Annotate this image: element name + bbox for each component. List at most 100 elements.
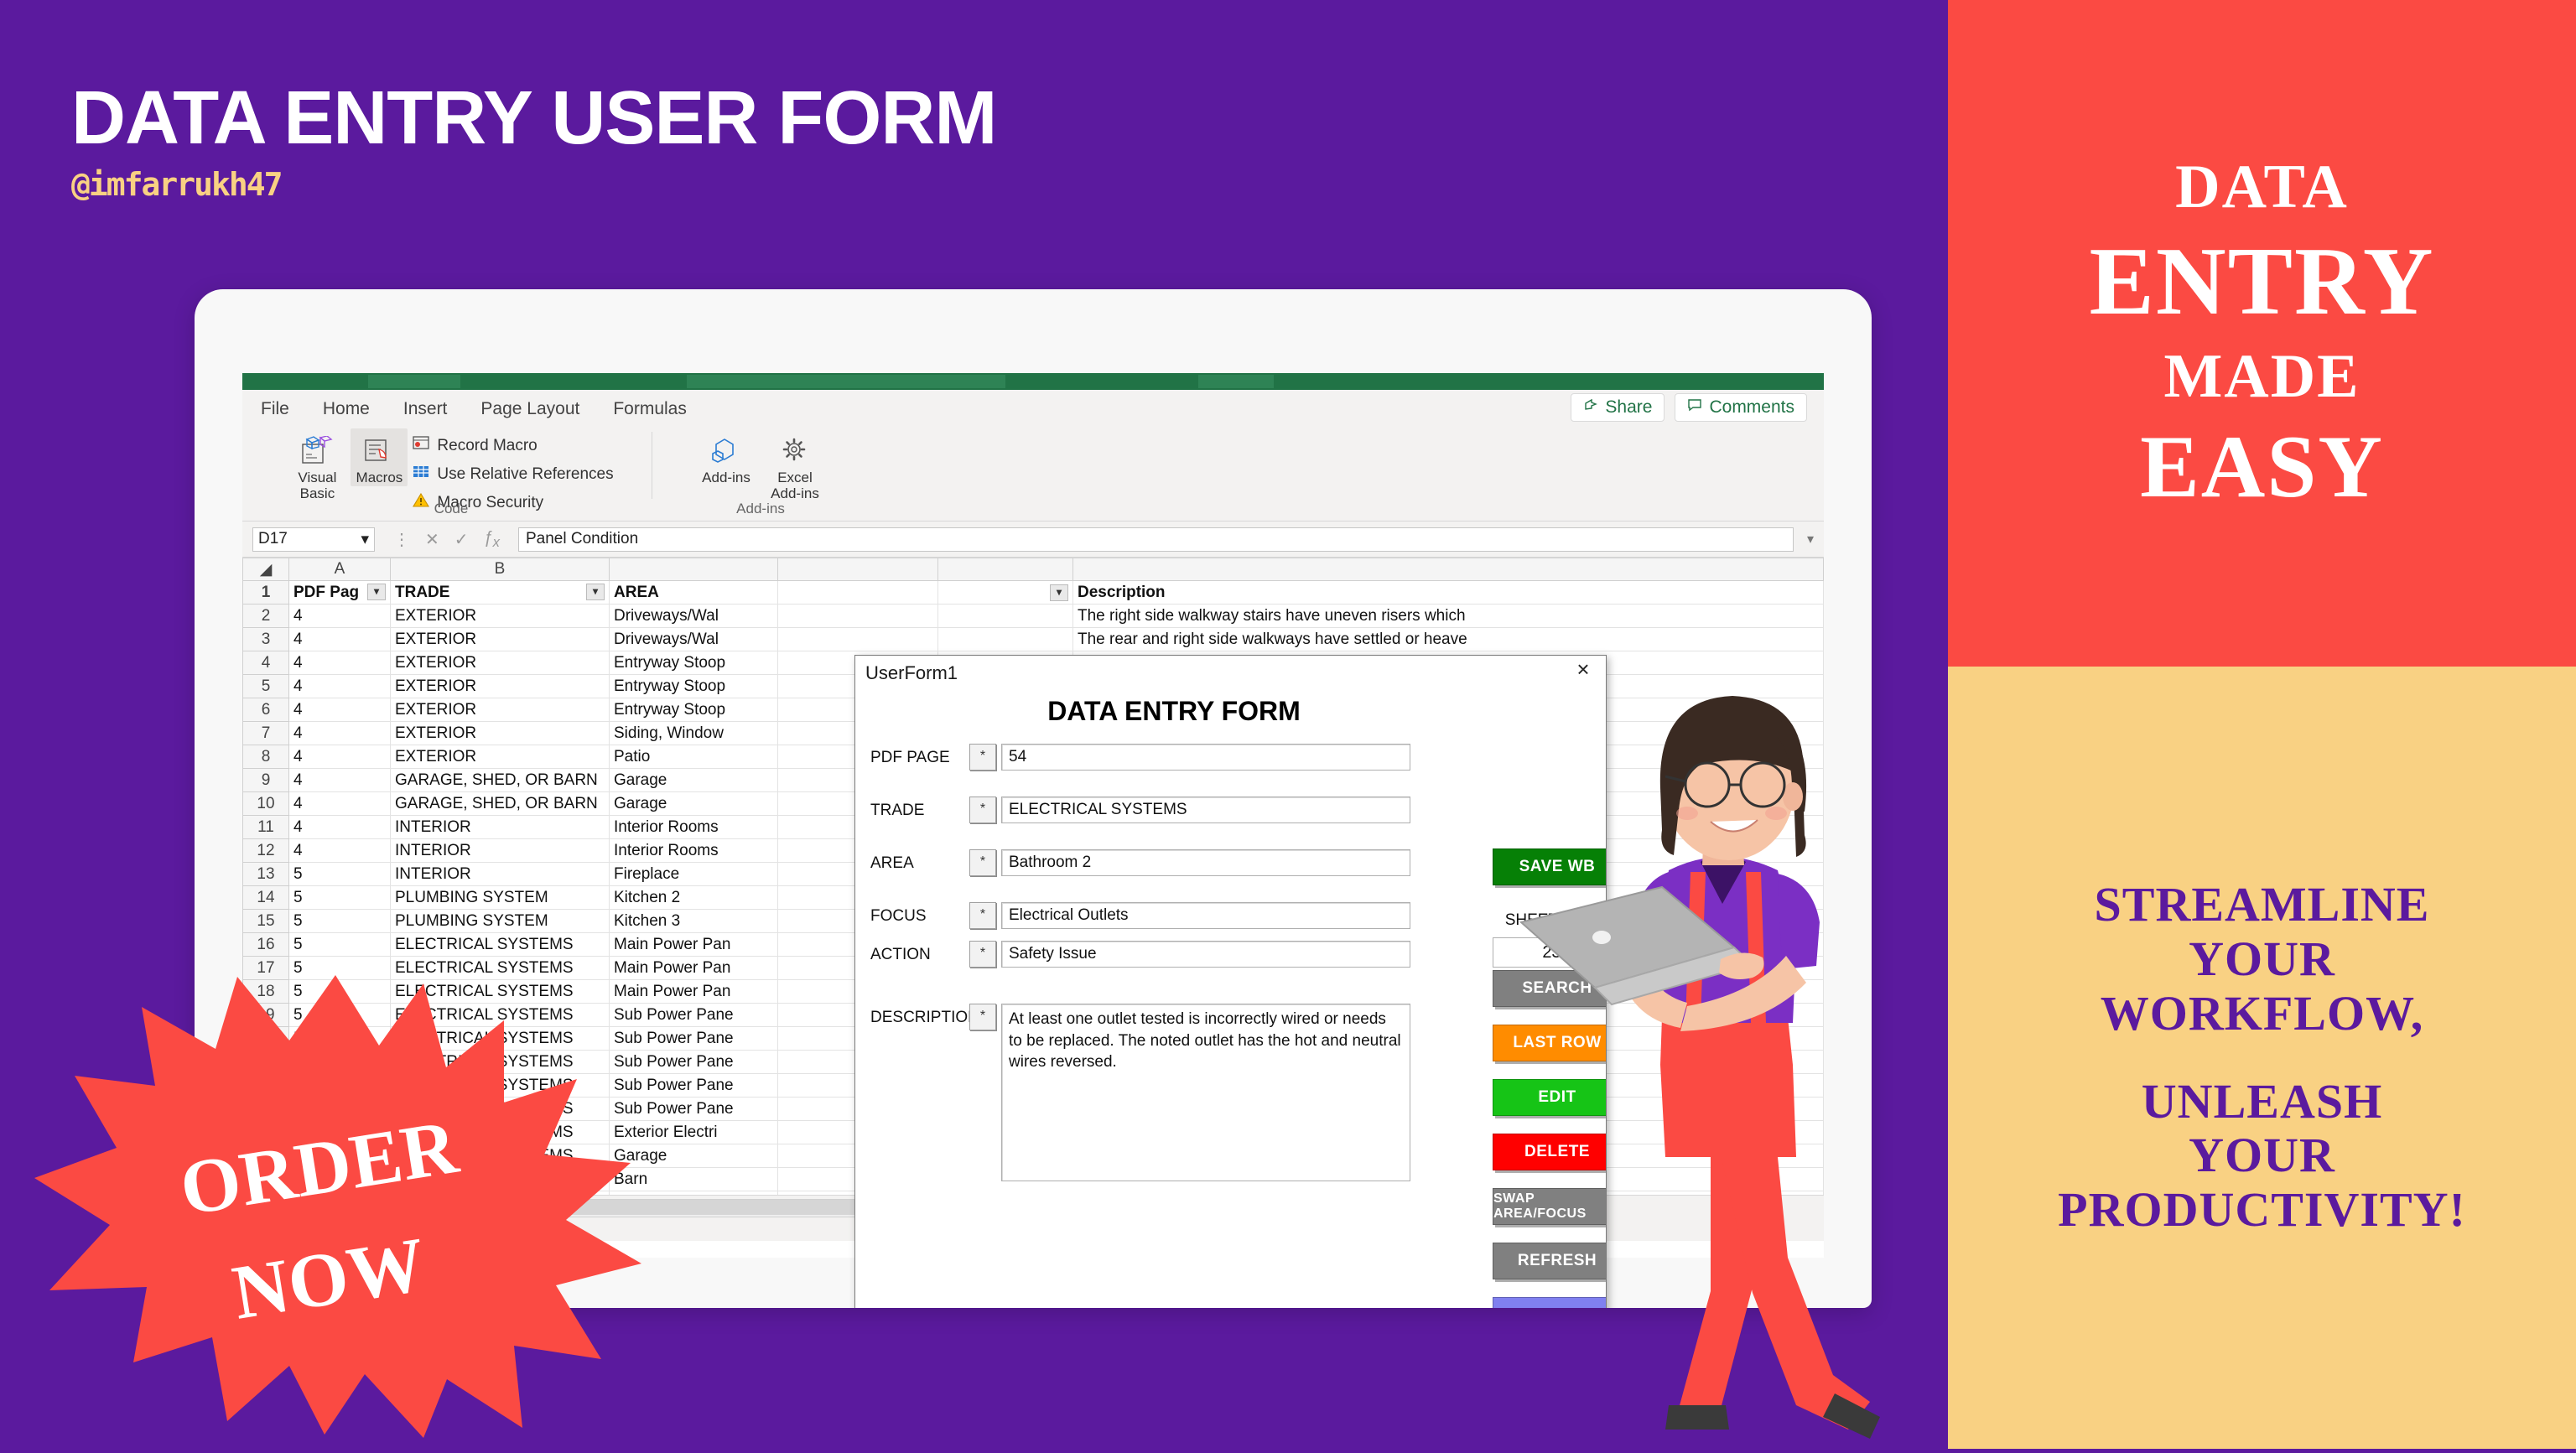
cell-area[interactable]: Kitchen 2 (609, 885, 778, 910)
comments-button[interactable]: Comments (1675, 393, 1807, 422)
cell-trade[interactable]: GARAGE, SHED, OR BARN (390, 768, 610, 792)
required-star-action[interactable]: * (969, 941, 996, 968)
cell-trade[interactable]: EXTERIOR (390, 721, 610, 745)
col-letter-e[interactable] (937, 558, 1073, 581)
cell-area[interactable]: Interior Rooms (609, 815, 778, 839)
cell-area[interactable]: Patio (609, 745, 778, 769)
cell-pdf-page[interactable]: 4 (288, 768, 391, 792)
row-header[interactable]: 8 (242, 745, 289, 769)
cell-focus[interactable] (777, 627, 938, 651)
cell-pdf-page[interactable]: 4 (288, 698, 391, 722)
formula-input[interactable]: Panel Condition (517, 527, 1794, 552)
userform-dialog[interactable]: UserForm1 × DATA ENTRY FORM PDF PAGE * 5… (854, 655, 1607, 1308)
input-trade[interactable]: ELECTRICAL SYSTEMS (1001, 797, 1410, 823)
cell-pdf-page[interactable]: 5 (288, 885, 391, 910)
row-header[interactable]: 9 (242, 768, 289, 792)
excel-add-ins-button[interactable]: Excel Add-ins (766, 428, 823, 501)
cell-pdf-page[interactable]: 4 (288, 651, 391, 675)
row-header[interactable]: 3 (242, 627, 289, 651)
row-header[interactable]: 10 (242, 791, 289, 816)
input-action[interactable]: Safety Issue (1001, 941, 1410, 968)
record-macro-button[interactable]: Record Macro (413, 433, 613, 459)
table-row[interactable]: 2 4 EXTERIOR Driveways/Wal The right side wa… (242, 604, 1824, 628)
row-header[interactable]: 15 (242, 909, 289, 933)
tab-page-layout[interactable]: Page Layout (480, 399, 579, 419)
cell-trade[interactable]: EXTERIOR (390, 627, 610, 651)
cell-trade[interactable]: EXTERIOR (390, 698, 610, 722)
excel-formula-bar[interactable]: D17 ▾ ⋮ ✕ ✓ ƒx Panel Condition ▾ (242, 522, 1824, 558)
cell-pdf-page[interactable]: 4 (288, 745, 391, 769)
cell-trade[interactable]: EXTERIOR (390, 674, 610, 698)
input-pdf-page[interactable]: 54 (1001, 744, 1410, 771)
filter-icon-b[interactable]: ▾ (586, 583, 605, 600)
cell-pdf-page[interactable]: 4 (288, 838, 391, 863)
input-description[interactable]: At least one outlet tested is incorrectl… (1001, 1004, 1410, 1181)
row-header[interactable]: 11 (242, 815, 289, 839)
col-letter-d[interactable] (777, 558, 938, 581)
required-star-area[interactable]: * (969, 849, 996, 876)
select-all-corner[interactable]: ◢ (242, 558, 289, 581)
cell-trade[interactable]: EXTERIOR (390, 651, 610, 675)
input-focus[interactable]: Electrical Outlets (1001, 902, 1410, 929)
cell-pdf-page[interactable]: 4 (288, 815, 391, 839)
required-star-trade[interactable]: * (969, 797, 996, 823)
row-header[interactable]: 14 (242, 885, 289, 910)
cell-trade[interactable]: GARAGE, SHED, OR BARN (390, 791, 610, 816)
cell-area[interactable]: Garage (609, 791, 778, 816)
formula-bar-expand-icon[interactable]: ▾ (1800, 531, 1814, 547)
row-header[interactable]: 5 (242, 674, 289, 698)
filter-icon-e[interactable]: ▾ (1050, 584, 1068, 601)
confirm-check-icon[interactable]: ✓ (454, 529, 469, 550)
cell-area[interactable]: Siding, Window (609, 721, 778, 745)
tab-formulas[interactable]: Formulas (613, 399, 687, 419)
row-header-1[interactable]: 1 (242, 580, 289, 605)
cell-pdf-page[interactable]: 4 (288, 627, 391, 651)
required-star-pdf-page[interactable]: * (969, 744, 996, 771)
cell-pdf-page[interactable]: 4 (288, 674, 391, 698)
cancel-icon[interactable]: ✕ (425, 529, 439, 550)
tab-home[interactable]: Home (323, 399, 370, 419)
cell-area[interactable]: Fireplace (609, 862, 778, 886)
cell-pdf-page[interactable]: 4 (288, 791, 391, 816)
cell-area[interactable]: Main Power Pan (609, 932, 778, 957)
col-letter-b[interactable]: B (390, 558, 610, 581)
cell-trade[interactable]: ELECTRICAL SYSTEMS (390, 932, 610, 957)
name-box[interactable]: D17 ▾ (252, 527, 375, 552)
row-header[interactable]: 16 (242, 932, 289, 957)
cell-area[interactable]: Driveways/Wal (609, 604, 778, 628)
cell-trade[interactable]: INTERIOR (390, 862, 610, 886)
input-area[interactable]: Bathroom 2 (1001, 849, 1410, 876)
row-header[interactable]: 2 (242, 604, 289, 628)
cell-area[interactable]: Kitchen 3 (609, 909, 778, 933)
cell-pdf-page[interactable]: 4 (288, 604, 391, 628)
cell-trade[interactable]: EXTERIOR (390, 604, 610, 628)
excel-ribbon-tabs[interactable]: File Home Insert Page Layout Formulas Sh… (242, 390, 1824, 428)
cell-trade[interactable]: INTERIOR (390, 815, 610, 839)
cell-pdf-page[interactable]: 5 (288, 909, 391, 933)
cell-focus[interactable] (777, 604, 938, 628)
col-letter-a[interactable]: A (288, 558, 391, 581)
cell-pdf-page[interactable]: 4 (288, 721, 391, 745)
cell-area[interactable]: Driveways/Wal (609, 627, 778, 651)
row-header[interactable]: 13 (242, 862, 289, 886)
row-header[interactable]: 6 (242, 698, 289, 722)
tab-file[interactable]: File (261, 399, 289, 419)
cell-area[interactable]: Interior Rooms (609, 838, 778, 863)
table-row[interactable]: 3 4 EXTERIOR Driveways/Wal The rear and righ… (242, 627, 1824, 651)
cell-area[interactable]: Entryway Stoop (609, 674, 778, 698)
cell-description[interactable]: The rear and right side walkways have se… (1072, 627, 1824, 651)
filter-icon-a[interactable]: ▾ (367, 583, 386, 600)
excel-share-group[interactable]: Share Comments (1571, 393, 1807, 422)
use-relative-references-button[interactable]: Use Relative References (413, 462, 614, 487)
visual-basic-button[interactable]: Visual Basic (288, 428, 345, 501)
row-header[interactable]: 7 (242, 721, 289, 745)
cell-area[interactable]: Entryway Stoop (609, 651, 778, 675)
macros-button[interactable]: Macros (351, 428, 408, 486)
row-header[interactable]: 12 (242, 838, 289, 863)
required-star-description[interactable]: * (969, 1004, 996, 1030)
cell-pdf-page[interactable]: 5 (288, 862, 391, 886)
cell-pdf-page[interactable]: 5 (288, 932, 391, 957)
share-button[interactable]: Share (1571, 393, 1665, 422)
cell-trade[interactable]: PLUMBING SYSTEM (390, 909, 610, 933)
chevron-down-icon[interactable]: ▾ (361, 530, 369, 549)
